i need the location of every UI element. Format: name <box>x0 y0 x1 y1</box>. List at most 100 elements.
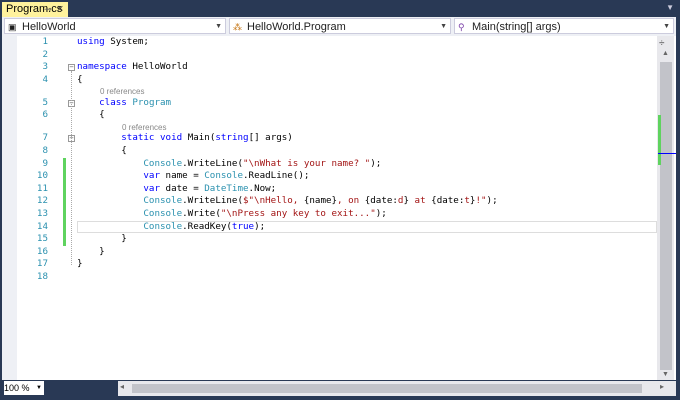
outline-guide <box>71 71 72 265</box>
line-number: 3 <box>42 61 48 73</box>
navigation-bar: ▣ HelloWorld ▼ ⁂ HelloWorld.Program ▼ ⚲ … <box>2 17 676 37</box>
code-token: [] args) <box>248 132 293 144</box>
codelens-references[interactable]: 0 references <box>122 123 166 132</box>
code-token: Program <box>132 96 172 108</box>
code-line[interactable]: 2 <box>2 49 657 62</box>
code-text: var name = Console.ReadLine(); <box>77 170 309 181</box>
code-token: {date: <box>431 195 465 207</box>
code-line[interactable]: 5 class Program − <box>2 97 657 110</box>
tab-overflow-icon[interactable]: ▼ <box>666 3 674 12</box>
code-token: } <box>77 233 127 245</box>
scrollbar-thumb[interactable] <box>660 62 672 370</box>
scroll-down-icon[interactable]: ▼ <box>662 371 669 378</box>
line-number: 17 <box>36 258 48 270</box>
code-editor[interactable]: 1 using System; 2 3 namespace HelloWorld −4{0… <box>2 36 676 380</box>
code-text: Console.WriteLine($"\nHello, {name}, on … <box>77 195 498 207</box>
code-token: {name} <box>303 195 338 207</box>
code-token: namespace <box>77 61 127 73</box>
codelens-references[interactable]: 0 references <box>100 87 144 96</box>
code-token: Main( <box>182 132 216 144</box>
project-name: HelloWorld <box>22 21 76 33</box>
code-token: ); <box>375 208 387 219</box>
scroll-right-icon[interactable]: ▸ <box>660 382 664 391</box>
member-dropdown[interactable]: ⚲ Main(string[] args) ▼ <box>454 18 674 34</box>
chevron-down-icon: ▼ <box>215 23 222 30</box>
code-token: System; <box>104 36 149 47</box>
code-line[interactable]: 9 Console.WriteLine("\nWhat is your name… <box>2 158 657 171</box>
collapse-outline-icon[interactable]: − <box>68 64 75 72</box>
code-line[interactable]: 18 <box>2 271 657 284</box>
code-line[interactable]: 4{ <box>2 74 657 87</box>
line-number: 5 <box>42 96 48 108</box>
chevron-down-icon: ▼ <box>36 385 42 391</box>
code-token: HelloWorld <box>126 61 188 73</box>
code-token: Console <box>143 157 183 169</box>
line-number: 12 <box>36 195 48 207</box>
class-dropdown[interactable]: ⁂ HelloWorld.Program ▼ <box>229 18 451 34</box>
line-number: 1 <box>42 36 48 47</box>
code-line[interactable]: 13 Console.Write("\nPress any key to exi… <box>2 208 657 221</box>
code-token: { <box>77 109 105 121</box>
scroll-up-icon[interactable]: ▲ <box>662 50 669 57</box>
code-token: static <box>121 132 155 144</box>
member-name: Main(string[] args) <box>472 21 561 33</box>
code-line[interactable]: 7 static void Main(string[] args) − <box>2 132 657 145</box>
code-line[interactable]: 1 using System; <box>2 36 657 49</box>
code-token: var <box>143 170 160 182</box>
split-icon[interactable]: ÷ <box>659 38 665 49</box>
code-token: date = <box>160 182 205 194</box>
close-icon[interactable]: × <box>57 2 63 17</box>
code-token: var <box>143 182 160 194</box>
code-text: Console.Write("\nPress any key to exit..… <box>77 208 387 219</box>
code-token: at <box>409 195 432 207</box>
line-number: 8 <box>42 145 48 156</box>
code-token: void <box>160 132 183 144</box>
code-text: namespace HelloWorld <box>77 61 188 72</box>
code-line[interactable]: 15 } <box>2 233 657 246</box>
code-token: ); <box>486 195 498 207</box>
code-token: Console <box>204 170 243 182</box>
code-text: } <box>77 258 83 269</box>
change-indicator <box>63 157 66 246</box>
code-token: !" <box>475 195 487 207</box>
code-line[interactable]: 12 Console.WriteLine($"\nHello, {name}, … <box>2 195 657 208</box>
code-token: .Now; <box>248 182 277 194</box>
code-text: { <box>77 74 83 85</box>
code-text: } <box>77 246 105 257</box>
code-text: { <box>77 145 127 156</box>
tab-title: Program.cs <box>6 3 63 15</box>
code-token: } <box>77 245 105 257</box>
tab-program-cs[interactable]: Program.cs ⊸ × <box>2 2 68 17</box>
code-text: { <box>77 109 105 120</box>
code-line[interactable]: 8 { <box>2 145 657 158</box>
code-token: name = <box>160 170 205 182</box>
code-line[interactable]: 10 var name = Console.ReadLine(); <box>2 170 657 183</box>
project-dropdown[interactable]: ▣ HelloWorld ▼ <box>4 18 226 34</box>
line-number: 18 <box>36 271 48 282</box>
code-token: .WriteLine( <box>182 157 243 169</box>
code-token: Console <box>143 195 183 207</box>
code-line[interactable]: 17} <box>2 258 657 271</box>
zoom-level: 100 % <box>4 383 30 393</box>
code-token: $"\nHello, <box>242 195 304 207</box>
code-line[interactable]: 6 { <box>2 109 657 122</box>
line-number: 4 <box>42 73 48 85</box>
code-text: Console.WriteLine("\nWhat is your name? … <box>77 158 381 169</box>
scroll-left-icon[interactable]: ◂ <box>120 382 124 391</box>
code-line[interactable]: 3 namespace HelloWorld − <box>2 61 657 74</box>
current-line-highlight <box>77 220 657 234</box>
code-token: .Write( <box>182 208 221 219</box>
line-number: 16 <box>36 245 48 257</box>
code-token: {date: <box>364 195 398 207</box>
zoom-dropdown[interactable]: 100 % ▼ <box>4 381 44 395</box>
code-token: , on <box>337 195 365 207</box>
code-line[interactable]: 16 } <box>2 246 657 259</box>
horizontal-scrollbar-thumb[interactable] <box>132 384 642 393</box>
code-line[interactable]: 11 var date = DateTime.Now; <box>2 183 657 196</box>
code-text: class Program <box>77 97 171 108</box>
pin-icon[interactable]: ⊸ <box>44 2 52 17</box>
